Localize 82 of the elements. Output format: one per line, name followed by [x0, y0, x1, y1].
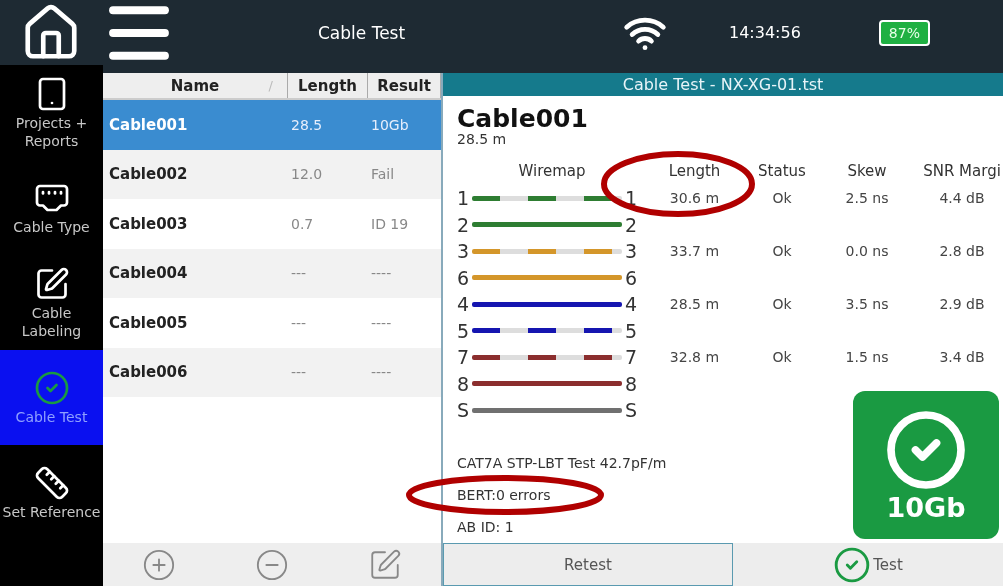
ruler-icon: [33, 464, 70, 501]
table-cell-text: 2.9 dB: [938, 295, 986, 315]
pin-number: 3: [625, 240, 637, 263]
pin-number: 7: [457, 346, 469, 369]
table-cell-text: ---: [290, 265, 308, 282]
cable-length: 28.5 m: [457, 132, 508, 147]
check-circle-icon: [833, 545, 872, 584]
table-cell-text: ----: [370, 364, 393, 381]
table-cell-text: 0.7: [290, 215, 315, 232]
cable-row[interactable]: Cable001 28.5 10Gb: [103, 100, 441, 150]
table-cell-text: 0.0 ns: [844, 242, 890, 262]
table-cell-text: 10Gb: [370, 116, 410, 133]
table-cell-text: 4.4 dB: [938, 189, 986, 209]
result-note: CAT7A STP-LBT Test 42.7pF/m: [457, 453, 668, 472]
verdict-badge: 10Gb: [853, 391, 999, 539]
table-cell-text: ---: [290, 314, 308, 331]
table-cell-text: Cable003: [108, 214, 189, 233]
cable-row[interactable]: Cable002 12.0 Fail: [103, 149, 441, 199]
column-header: Status: [757, 161, 807, 182]
pin-number: 2: [457, 213, 469, 236]
sidebar-item[interactable]: Cable Test: [0, 350, 103, 445]
table-cell-text: ----: [370, 265, 393, 282]
remove-icon[interactable]: [255, 547, 289, 582]
pin-number: 4: [625, 293, 637, 316]
result-note: AB ID: 1: [457, 517, 515, 536]
table-cell-text: Fail: [370, 166, 396, 183]
table-cell-text: 32.8 m: [668, 348, 721, 368]
panel-header: Cable Test - NX-XG-01.tst: [443, 73, 1003, 96]
table-cell-text: 2.8 dB: [938, 242, 986, 262]
table-cell-text: Cable002: [108, 165, 189, 184]
cable-row[interactable]: Cable004 --- ----: [103, 248, 441, 298]
column-header[interactable]: Result: [368, 73, 441, 98]
column-header: Skew: [846, 161, 888, 182]
table-cell-text: Cable001: [108, 115, 189, 134]
check-circle-icon: [33, 369, 70, 406]
sort-mark: /: [268, 78, 273, 93]
pin-number: S: [625, 399, 637, 422]
table-cell-text: 3.5 ns: [844, 295, 890, 315]
pin-number: 6: [625, 266, 637, 289]
pin-number: 1: [457, 187, 469, 210]
pin-number: 4: [457, 293, 469, 316]
column-header[interactable]: Name /: [103, 73, 288, 98]
table-cell-text: 2.5 ns: [844, 189, 890, 209]
pin-number: 5: [625, 319, 637, 342]
pin-number: 8: [625, 372, 637, 395]
table-cell-text: Ok: [771, 348, 793, 368]
clock-time: 14:34:56: [729, 23, 801, 42]
pin-number: 7: [625, 346, 637, 369]
table-cell-text: Ok: [771, 189, 793, 209]
table-cell-text: 3.4 dB: [938, 348, 986, 368]
cable-row[interactable]: Cable006 --- ----: [103, 347, 441, 397]
pin-number: S: [457, 399, 469, 422]
table-cell-text: Ok: [771, 242, 793, 262]
column-header: Length: [667, 161, 722, 182]
table-cell-text: ID 19: [370, 215, 410, 232]
column-header: Wiremap: [517, 161, 587, 182]
table-cell-text: Cable006: [108, 363, 189, 382]
table-cell-text: 30.6 m: [668, 189, 721, 209]
screen-title: Cable Test: [318, 22, 407, 43]
column-header: SNR Margi: [922, 161, 1002, 182]
cable-name: Cable001: [457, 106, 589, 132]
table-cell-text: 33.7 m: [668, 242, 721, 262]
table-cell-text: ---: [290, 364, 308, 381]
table-cell-text: 12.0: [290, 166, 324, 183]
pin-number: 3: [457, 240, 469, 263]
table-cell-text: Ok: [771, 295, 793, 315]
pin-number: 2: [625, 213, 637, 236]
table-cell-text: 1.5 ns: [844, 348, 890, 368]
retest-button[interactable]: Retest: [443, 543, 733, 586]
pin-number: 8: [457, 372, 469, 395]
table-cell-text: ----: [370, 314, 393, 331]
table-cell-text: Cable005: [108, 313, 189, 332]
column-header[interactable]: Length: [288, 73, 368, 98]
pin-number: 6: [457, 266, 469, 289]
table-cell-text: 28.5 m: [668, 295, 721, 315]
pin-number: 5: [457, 319, 469, 342]
result-note: BERT:0 errors: [457, 485, 552, 504]
test-button[interactable]: Test: [733, 543, 1003, 586]
battery-indicator: 87%: [878, 19, 930, 46]
table-cell-text: 28.5: [290, 116, 324, 133]
add-icon[interactable]: [142, 547, 177, 582]
table-cell-text: Cable004: [108, 264, 189, 283]
